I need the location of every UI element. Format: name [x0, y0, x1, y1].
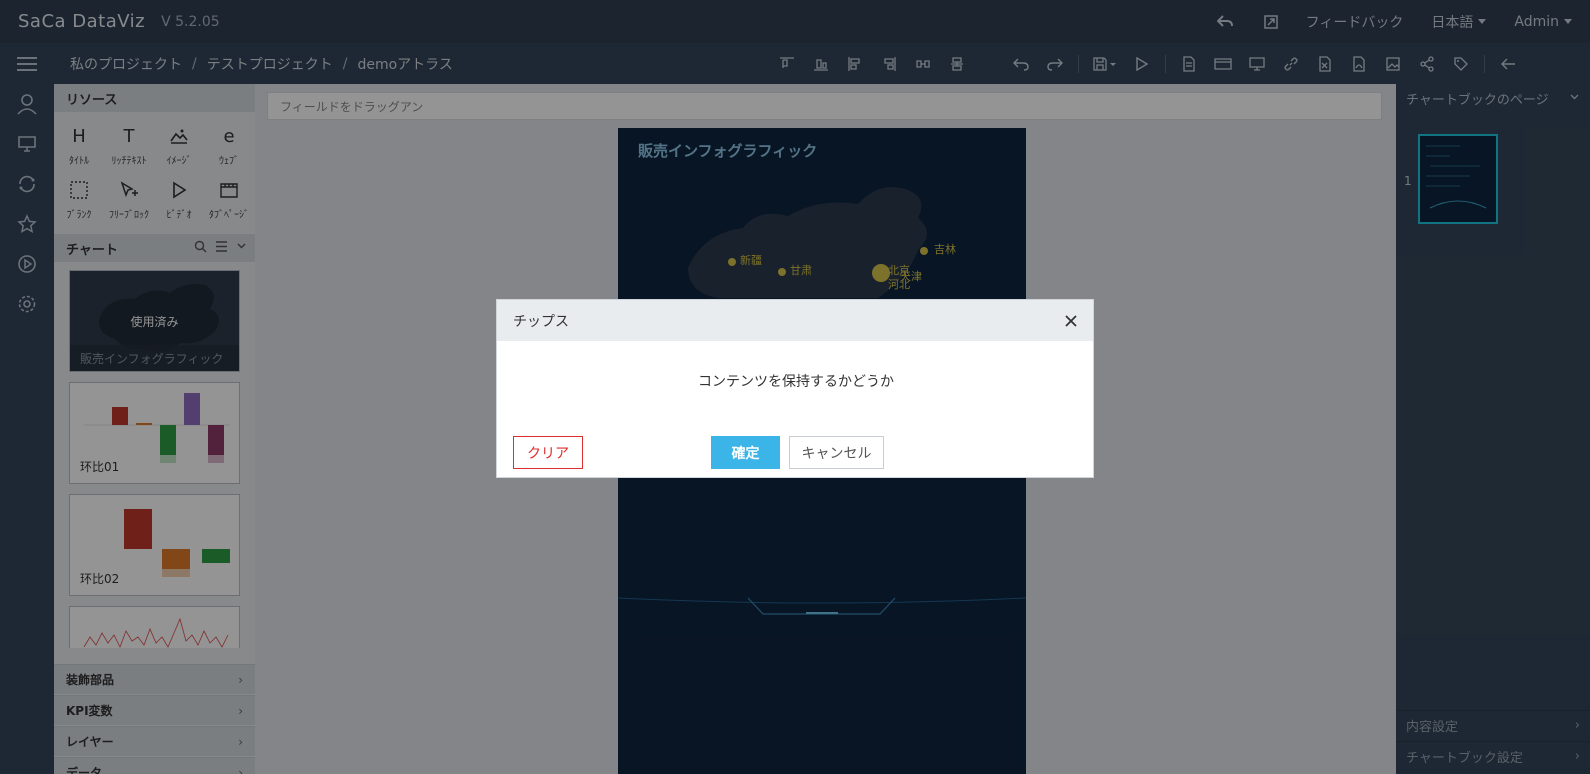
dialog-header: チップス: [497, 300, 1093, 341]
close-icon[interactable]: [1063, 313, 1079, 329]
cancel-button[interactable]: キャンセル: [789, 436, 884, 469]
clear-button[interactable]: クリア: [513, 436, 583, 469]
confirm-button[interactable]: 確定: [711, 436, 780, 469]
tips-dialog: チップス コンテンツを保持するかどうか クリア 確定 キャンセル: [496, 299, 1094, 478]
dialog-title: チップス: [513, 313, 569, 330]
dialog-message: コンテンツを保持するかどうか: [698, 374, 894, 390]
dialog-body: コンテンツを保持するかどうか クリア 確定 キャンセル: [497, 341, 1095, 479]
